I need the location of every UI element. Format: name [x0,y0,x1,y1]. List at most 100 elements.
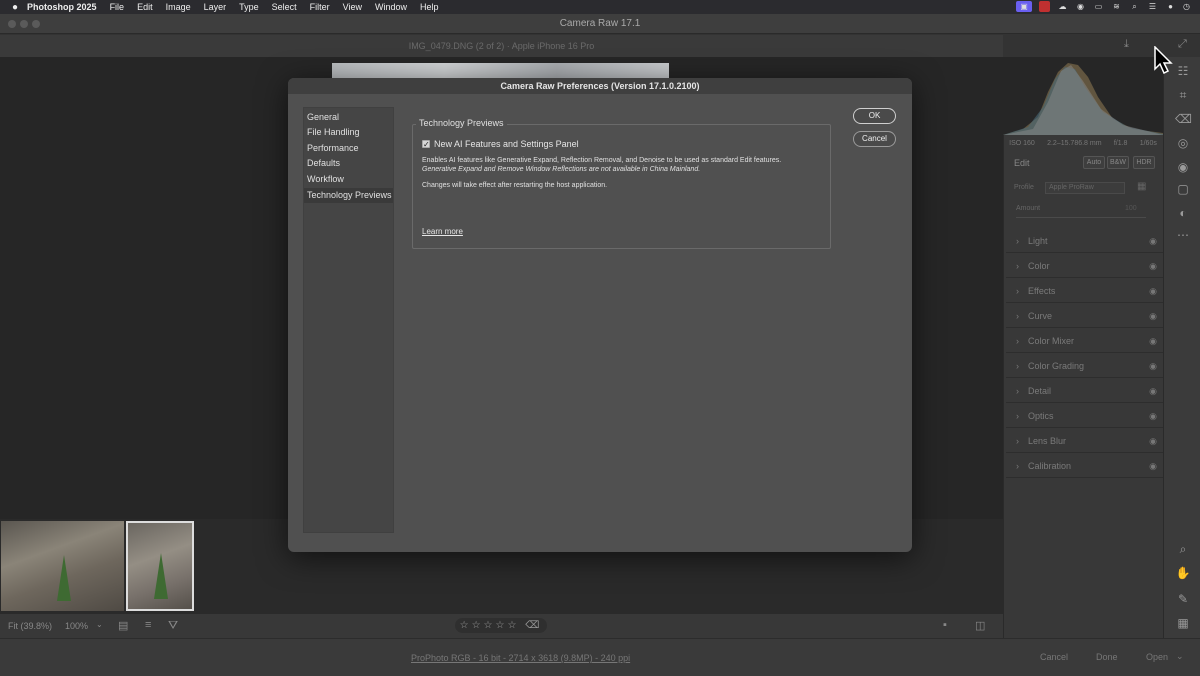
done-button[interactable]: Done [1096,652,1118,662]
hdr-button[interactable]: HDR [1133,156,1155,169]
section-color-grading[interactable]: › Color Grading ◉ [1006,354,1163,378]
menu-edit[interactable]: Edit [137,2,153,12]
hand-icon[interactable]: ✋ [1175,565,1191,581]
close-window-icon[interactable] [8,20,16,28]
workflow-options-link[interactable]: ProPhoto RGB - 16 bit - 2714 x 3618 (9.8… [411,653,630,663]
file-info-bar: IMG_0479.DNG (2 of 2) · Apple iPhone 16 … [0,35,1003,57]
menu-app-name[interactable]: Photoshop 2025 [27,2,97,12]
profile-select[interactable]: Apple ProRaw [1045,182,1125,194]
menu-help[interactable]: Help [420,2,439,12]
nav-workflow[interactable]: Workflow [304,172,393,187]
menu-select[interactable]: Select [272,2,297,12]
eye-icon[interactable]: ◉ [1149,329,1157,353]
eye-icon[interactable]: ◉ [1149,304,1157,328]
section-color-mixer[interactable]: › Color Mixer ◉ [1006,329,1163,353]
eye-icon[interactable]: ◉ [1149,404,1157,428]
nav-performance[interactable]: Performance [304,141,393,156]
menu-filter[interactable]: Filter [310,2,330,12]
amount-slider[interactable] [1016,217,1146,218]
histogram-graph [1003,63,1163,135]
crop-icon[interactable]: ⌗ [1175,87,1191,103]
nav-general[interactable]: General [304,110,393,125]
cloud-sync-icon[interactable]: ☁ [1057,1,1068,12]
record-icon[interactable]: ◉ [1075,1,1086,12]
eye-icon[interactable]: ◉ [1149,379,1157,403]
open-button[interactable]: Open [1146,652,1168,662]
red-eye-icon[interactable]: ◉ [1175,159,1191,175]
eye-icon[interactable]: ◉ [1149,354,1157,378]
eye-icon[interactable]: ◉ [1149,279,1157,303]
eye-icon[interactable]: ◉ [1149,429,1157,453]
section-light[interactable]: › Light ◉ [1006,229,1163,253]
minimize-window-icon[interactable] [20,20,28,28]
fullscreen-icon[interactable]: ⤢ [1178,38,1192,52]
eye-icon[interactable]: ◉ [1149,454,1157,478]
edit-sliders-icon[interactable]: ☷ [1175,63,1191,79]
nav-file-handling[interactable]: File Handling [304,125,393,140]
zoom-fit[interactable]: Fit (39.8%) [8,621,52,631]
control-center-icon[interactable]: ☰ [1147,1,1158,12]
grid-icon[interactable]: ▦ [1175,615,1191,631]
profile-browser-icon[interactable]: ▦ [1137,181,1146,192]
status-icons: ▣ ☁ ◉ ▭ ≋ ⌕ ☰ ● ◷ [1016,1,1190,12]
search-icon[interactable]: ⌕ [1129,1,1140,12]
section-detail[interactable]: › Detail ◉ [1006,379,1163,403]
amount-value[interactable]: 100 [1125,205,1137,212]
wifi-icon[interactable]: ≋ [1111,1,1122,12]
section-calibration[interactable]: › Calibration ◉ [1006,454,1163,478]
apple-menu-icon[interactable]: ● [12,2,18,13]
zoom-icon[interactable]: ⌕ [1175,541,1191,557]
menu-layer[interactable]: Layer [204,2,227,12]
eye-icon[interactable]: ◉ [1149,254,1157,278]
menu-image[interactable]: Image [166,2,191,12]
masking-icon[interactable]: ◎ [1175,135,1191,151]
section-label: Curve [1028,311,1053,321]
chevron-down-icon[interactable]: ⌄ [1176,651,1184,662]
checkbox-label[interactable]: New AI Features and Settings Panel [434,139,579,149]
section-color[interactable]: › Color ◉ [1006,254,1163,278]
section-lens-blur[interactable]: › Lens Blur ◉ [1006,429,1163,453]
ai-features-checkbox[interactable]: ✓ [422,140,430,149]
clock-icon[interactable]: ◷ [1183,1,1190,12]
save-icon[interactable]: ⤓ [1124,38,1138,52]
filmstrip-icon[interactable]: ▤ [118,619,128,632]
battery-icon[interactable]: ▭ [1093,1,1104,12]
ok-button[interactable]: OK [853,108,896,124]
focal-length: 2.2–15.786.8 mm [1047,139,1102,147]
sort-icon[interactable]: ≡ [145,619,151,631]
presets-icon[interactable]: ◐ [1175,205,1191,221]
nav-technology-previews[interactable]: Technology Previews [304,188,393,203]
thumbnail-1[interactable] [1,521,124,611]
menu-type[interactable]: Type [239,2,259,12]
menu-file[interactable]: File [110,2,125,12]
eyedropper-icon[interactable]: ✎ [1175,591,1191,607]
eye-icon[interactable]: ◉ [1149,229,1157,253]
section-optics[interactable]: › Optics ◉ [1006,404,1163,428]
snapshots-icon[interactable]: ▢ [1175,181,1191,197]
menu-window[interactable]: Window [375,2,407,12]
chevron-down-icon[interactable]: ⌄ [96,620,103,629]
more-icon[interactable]: ⋯ [1175,227,1191,243]
before-after-icon[interactable]: ▪ [943,619,947,631]
section-curve[interactable]: › Curve ◉ [1006,304,1163,328]
filter-icon[interactable]: ⛛ [168,618,178,633]
star-rating[interactable]: ☆☆☆☆☆ ⌫ [455,618,547,633]
menu-view[interactable]: View [343,2,362,12]
screen-record-icon[interactable]: ▣ [1016,1,1033,12]
eraser-icon[interactable]: ⌫ [1175,111,1192,127]
siri-icon[interactable]: ● [1165,1,1176,12]
app-status-icon[interactable] [1039,1,1051,12]
compare-view-icon[interactable]: ◫ [975,619,985,632]
menu-bar: ● Photoshop 2025 File Edit Image Layer T… [0,0,1200,14]
thumbnail-2-selected[interactable] [126,521,194,611]
dialog-cancel-button[interactable]: Cancel [853,131,896,147]
chevron-right-icon: › [1016,236,1019,246]
learn-more-link[interactable]: Learn more [422,227,463,236]
bw-button[interactable]: B&W [1107,156,1129,169]
cancel-button[interactable]: Cancel [1040,652,1068,662]
zoom-percent[interactable]: 100% [65,621,88,631]
zoom-window-icon[interactable] [32,20,40,28]
nav-defaults[interactable]: Defaults [304,156,393,171]
auto-button[interactable]: Auto [1083,156,1105,169]
section-effects[interactable]: › Effects ◉ [1006,279,1163,303]
